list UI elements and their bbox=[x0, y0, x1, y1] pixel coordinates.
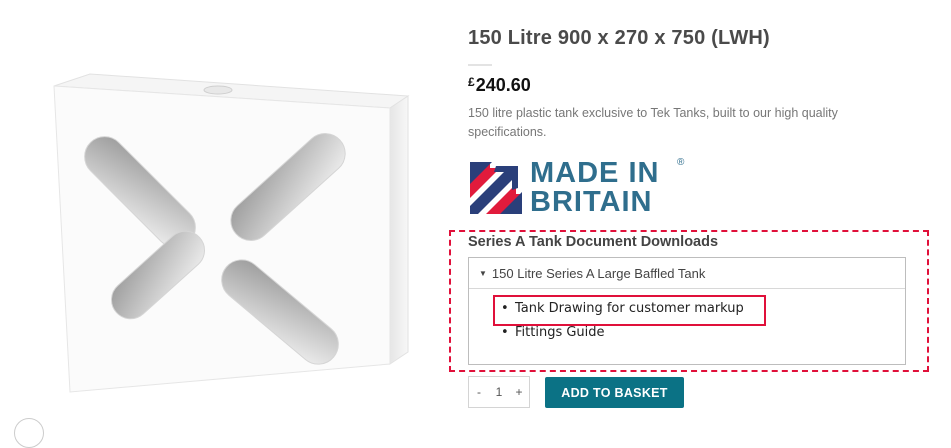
decrease-button[interactable]: - bbox=[469, 385, 489, 399]
made-in-britain-logo: MADE IN BRITAIN ® bbox=[470, 157, 710, 217]
union-arrow-icon bbox=[470, 162, 522, 214]
title-divider bbox=[468, 64, 492, 66]
accordion-label: 150 Litre Series A Large Baffled Tank bbox=[491, 265, 706, 281]
product-price: £240.60 bbox=[468, 75, 531, 96]
document-link-fittings-guide[interactable]: Fittings Guide bbox=[499, 324, 744, 348]
quantity-stepper: - 1 + bbox=[468, 376, 530, 408]
triangle-down-icon: ▼ bbox=[479, 268, 487, 278]
price-value: 240.60 bbox=[475, 75, 531, 95]
currency-symbol: £ bbox=[468, 75, 475, 89]
product-title: 150 Litre 900 x 270 x 750 (LWH) bbox=[468, 27, 770, 49]
add-to-basket-button[interactable]: ADD TO BASKET bbox=[545, 377, 684, 408]
downloads-heading: Series A Tank Document Downloads bbox=[468, 234, 719, 250]
zoom-icon[interactable] bbox=[14, 418, 44, 448]
increase-button[interactable]: + bbox=[509, 385, 529, 399]
product-image bbox=[40, 72, 420, 402]
registered-mark: ® bbox=[677, 157, 685, 168]
badge-line-2: BRITAIN bbox=[530, 186, 653, 218]
badge-line-1: MADE IN bbox=[530, 157, 660, 189]
accordion-toggle[interactable]: ▼ 150 Litre Series A Large Baffled Tank bbox=[469, 258, 905, 289]
highlight-annotation-box bbox=[493, 295, 766, 326]
product-description: 150 litre plastic tank exclusive to Tek … bbox=[468, 106, 838, 139]
quantity-input[interactable]: 1 bbox=[489, 385, 509, 399]
